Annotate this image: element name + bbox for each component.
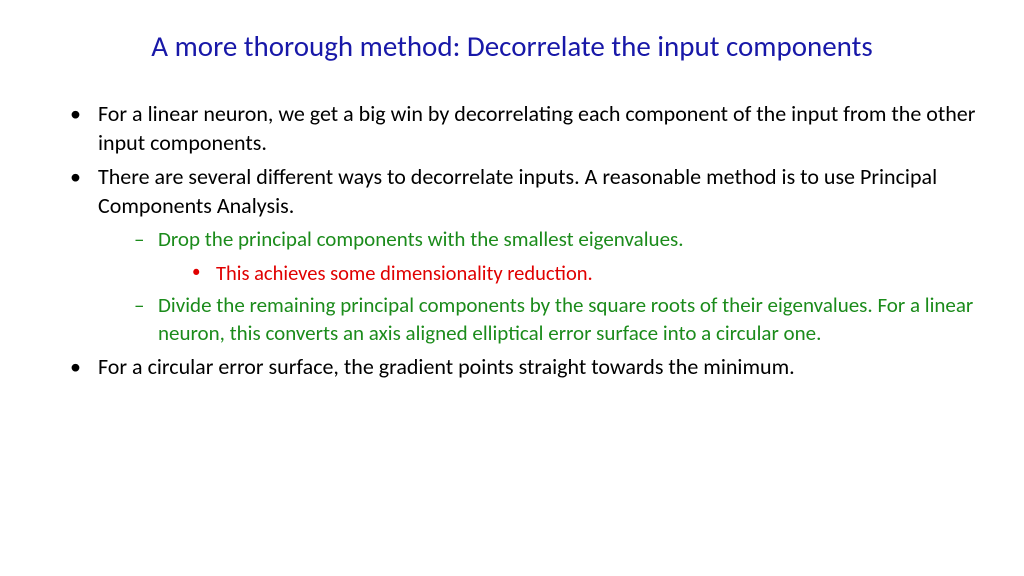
bullet-text: Drop the principal components with the s… [158,226,684,252]
bullet-text: This achieves some dimensionality reduct… [216,260,593,286]
bullet-text: For a circular error surface, the gradie… [98,353,795,380]
bullet-item: There are several different ways to deco… [70,163,984,347]
bullet-text: There are several different ways to deco… [98,163,937,219]
bullet-item: This achieves some dimensionality reduct… [192,260,984,287]
slide-title: A more thorough method: Decorrelate the … [40,28,984,64]
bullet-list-level3: This achieves some dimensionality reduct… [158,260,984,287]
bullet-list-level1: For a linear neuron, we get a big win by… [40,100,984,382]
bullet-item: Divide the remaining principal component… [134,292,984,347]
bullet-list-level2: Drop the principal components with the s… [98,226,984,347]
bullet-text: For a linear neuron, we get a big win by… [98,100,975,156]
bullet-item: For a linear neuron, we get a big win by… [70,100,984,157]
bullet-item: For a circular error surface, the gradie… [70,353,984,382]
bullet-text: Divide the remaining principal component… [158,292,973,345]
bullet-item: Drop the principal components with the s… [134,226,984,286]
